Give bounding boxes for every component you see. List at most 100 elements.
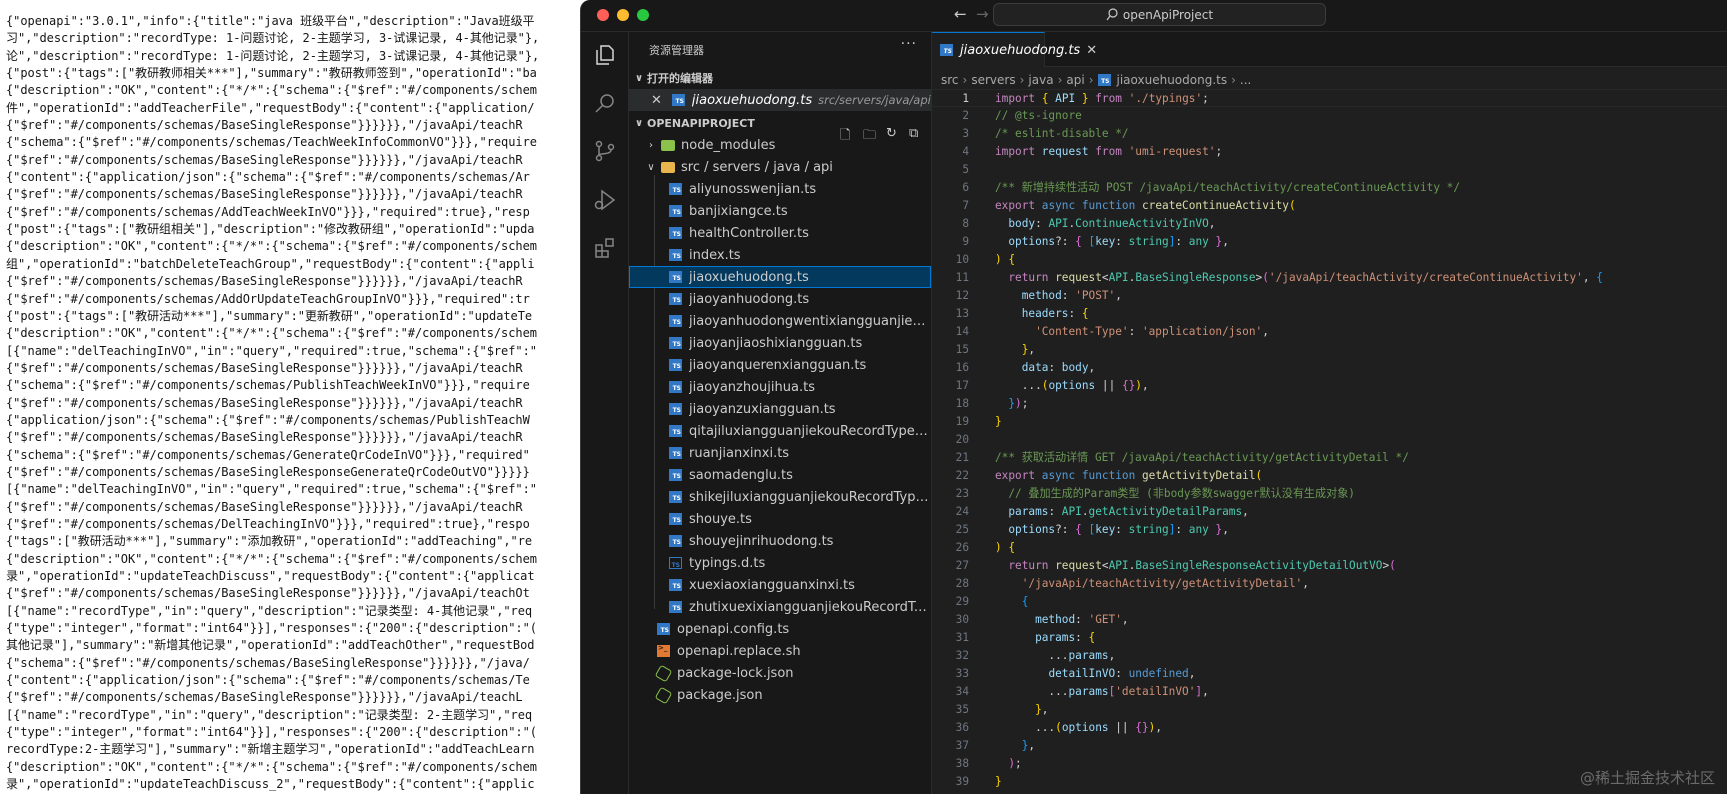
tree-item[interactable]: TS typings.d.ts [629,552,931,574]
close-tab-icon[interactable]: ✕ [1086,43,1097,58]
typescript-file-icon: TS [1097,74,1111,86]
tree-item[interactable]: TS jiaoyanhuodong.ts [629,288,931,310]
search-icon[interactable] [593,91,617,115]
tree-item[interactable]: TS jiaoyanjiaoshixiangguan.ts [629,332,931,354]
breadcrumb-item[interactable]: api [1066,73,1084,87]
tree-item[interactable]: TS saomadenglu.ts [629,464,931,486]
tree-item[interactable]: package.json [629,684,931,706]
tree-item-label: jiaoyanjiaoshixiangguan.ts [689,335,863,351]
open-editors-section[interactable]: ∨ 打开的编辑器 [629,67,931,89]
chevron-down-icon: ∨ [647,161,655,173]
breadcrumb-item[interactable]: src [941,73,959,87]
tree-item[interactable]: TS shouyejinrihuodong.ts [629,530,931,552]
code-token: {} [1121,379,1136,392]
code-text: import { API } from './typings'; [995,90,1209,108]
tree-item-label: openapi.replace.sh [677,643,801,659]
back-arrow-icon[interactable]: ← [954,5,967,23]
tree-item[interactable]: TS shikejiluxiangguanjiekouRecordType3... [629,486,931,508]
tree-item[interactable]: TS xuexiaoxiangguanxinxi.ts [629,574,931,596]
code-token: , [1188,667,1196,680]
code-token: export [995,469,1036,482]
extensions-icon[interactable] [593,236,617,260]
code-token: { [1075,235,1082,248]
background-json-window: {"openapi":"3.0.1","info":{"title":"java… [0,0,600,794]
line-number: 30 [955,613,969,626]
tree-item[interactable]: TS index.ts [629,244,931,266]
tree-item[interactable]: TS jiaoxuehuodong.ts [629,266,931,288]
code-text: data: body, [995,359,1095,377]
code-text: /* eslint-disable */ [995,125,1129,143]
more-actions-button[interactable]: ··· [901,36,917,52]
line-number: 26 [955,541,969,554]
command-center-search[interactable]: openApiProject [993,3,1326,26]
code-text: params: API.getActivityDetailParams, [995,503,1248,521]
typescript-file-icon: TS [669,315,682,327]
typescript-file-icon: TS [669,337,682,349]
code-editor[interactable]: 1 import { API } from './typings'; 2 // @ts… [932,89,1727,794]
source-control-icon[interactable] [593,139,617,163]
line-number: 32 [955,649,969,662]
code-token: 'Content-Type' [1035,325,1129,338]
code-text: { [995,593,1029,611]
json-text-line: 录","operationId":"updateTeachDiscuss_2",… [6,777,535,792]
line-number: 13 [955,307,969,320]
tree-item[interactable]: › node_modules [629,134,931,156]
code-token: getActivityDetailParams [1088,505,1243,518]
open-editor-item[interactable]: ✕ TS jiaoxuehuodong.ts src/servers/java/… [629,89,931,111]
code-line: 10) { [932,251,1727,269]
tree-item[interactable]: package-lock.json [629,662,931,684]
close-window-button[interactable] [597,9,609,21]
code-token: createContinueActivity [1141,199,1289,212]
code-token: : [1115,235,1129,248]
maximize-window-button[interactable] [637,9,649,21]
tree-item[interactable]: TS jiaoyanzuxiangguan.ts [629,398,931,420]
tree-item[interactable]: TS banjixiangce.ts [629,200,931,222]
code-token: /* eslint-disable */ [995,127,1129,140]
chevron-down-icon: ∨ [634,72,644,84]
breadcrumb-item[interactable]: jiaoxuehuodong.ts [1117,73,1228,87]
breadcrumb-item[interactable]: servers [971,73,1015,87]
minimize-window-button[interactable] [617,9,629,21]
tree-item[interactable]: TS shouye.ts [629,508,931,530]
tree-item[interactable]: TS aliyunosswenjian.ts [629,178,931,200]
json-text-line: {"type":"integer","format":"int64"}}],"r… [6,725,537,740]
code-token: , [1202,685,1209,698]
run-debug-icon[interactable] [593,188,617,212]
tree-item[interactable]: TS healthController.ts [629,222,931,244]
code-token: ?: [1055,235,1076,248]
typescript-file-icon: TS [669,491,682,503]
code-token: // @ts-ignore [995,109,1082,122]
tree-item[interactable]: TS jiaoyanhuodongwentixiangguanjiekou... [629,310,931,332]
code-token: } [995,775,1002,788]
line-number: 22 [955,469,969,482]
tree-item[interactable]: TS openapi.config.ts [629,618,931,640]
tab-jiaoxuehuodong[interactable]: TS jiaoxuehuodong.ts ✕ [932,32,1097,67]
code-token: } [1081,92,1089,105]
explorer-files-icon[interactable] [593,43,617,67]
tree-item[interactable]: openapi.replace.sh [629,640,931,662]
code-token: /** 新增持续性活动 POST /javaApi/teachActivity/… [995,181,1461,194]
breadcrumb-item[interactable]: ... [1240,73,1251,87]
tree-item[interactable]: TS jiaoyanquerenxiangguan.ts [629,354,931,376]
forward-arrow-icon[interactable]: → [976,5,989,23]
tree-item-label: xuexiaoxiangguanxinxi.ts [689,577,855,593]
code-token: getActivityDetail [1141,469,1256,482]
tree-item[interactable]: TS jiaoyanzhoujihua.ts [629,376,931,398]
tree-item[interactable]: TS zhutixuexixiangguanjiekouRecordTyp... [629,596,931,618]
line-number: 39 [955,775,969,788]
code-token: 'application/json' [1141,325,1263,338]
tree-item[interactable]: ∨ src / servers / java / api [629,156,931,178]
code-token: , [1582,271,1597,284]
code-token: body [1008,217,1036,230]
tree-item[interactable]: TS ruanjianxinxi.ts [629,442,931,464]
close-icon[interactable]: ✕ [651,93,662,108]
code-text: ) { [995,539,1015,557]
breadcrumb-item[interactable]: java [1028,73,1053,87]
json-text-line: {"post":{"tags":["教研活动***"],"summary":"更… [6,308,533,323]
code-line: 32 ...params, [932,647,1727,665]
tree-item-label: jiaoxuehuodong.ts [689,269,809,285]
tree-item[interactable]: TS qitajiluxiangguanjiekouRecordType4Q... [629,420,931,442]
